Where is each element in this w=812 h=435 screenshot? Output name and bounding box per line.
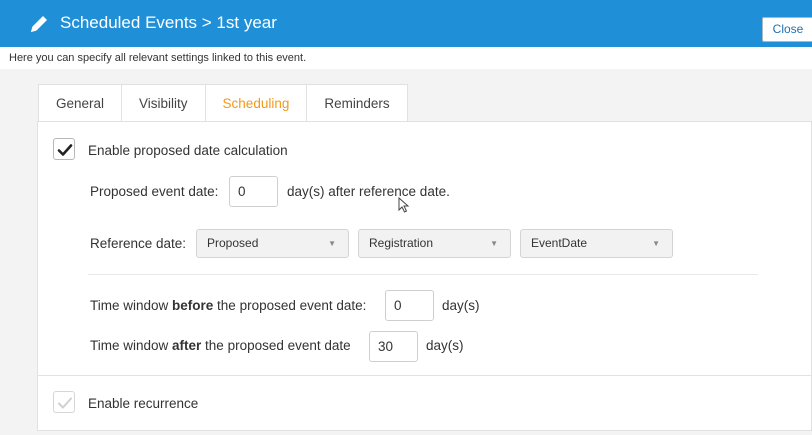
- pencil-icon: [28, 13, 50, 35]
- enable-recurrence-checkbox[interactable]: [53, 391, 75, 413]
- intro-bar: Here you can specify all relevant settin…: [0, 47, 812, 69]
- select-value: Registration: [369, 236, 434, 250]
- time-after-unit: day(s): [426, 338, 464, 353]
- caret-down-icon: ▼: [328, 239, 336, 248]
- dialog-header: Scheduled Events > 1st year Close: [0, 0, 812, 47]
- tab-scheduling[interactable]: Scheduling: [204, 84, 307, 122]
- mouse-cursor-icon: [398, 196, 410, 218]
- intro-text: Here you can specify all relevant settin…: [9, 52, 307, 64]
- reference-date-select-1[interactable]: Proposed ▼: [196, 229, 349, 258]
- time-before-unit: day(s): [442, 298, 480, 313]
- close-button[interactable]: Close: [762, 17, 812, 42]
- tab-bar: General Visibility Scheduling Reminders: [38, 84, 408, 122]
- enable-proposed-label: Enable proposed date calculation: [88, 143, 288, 158]
- time-after-label: Time window after the proposed event dat…: [90, 338, 351, 353]
- enable-proposed-checkbox[interactable]: [53, 138, 75, 160]
- dialog-title: Scheduled Events > 1st year: [60, 13, 277, 32]
- reference-date-select-3[interactable]: EventDate ▼: [520, 229, 673, 258]
- caret-down-icon: ▼: [652, 239, 660, 248]
- select-value: Proposed: [207, 236, 259, 250]
- proposed-event-date-suffix: day(s) after reference date.: [287, 184, 450, 199]
- caret-down-icon: ▼: [490, 239, 498, 248]
- reference-date-label: Reference date:: [90, 236, 187, 251]
- time-after-input[interactable]: 30: [369, 331, 418, 362]
- tab-reminders[interactable]: Reminders: [306, 84, 408, 122]
- tab-general[interactable]: General: [38, 84, 122, 122]
- proposed-event-date-label: Proposed event date:: [90, 184, 219, 199]
- time-before-label: Time window before the proposed event da…: [90, 298, 367, 313]
- enable-recurrence-label: Enable recurrence: [88, 396, 199, 411]
- tab-visibility[interactable]: Visibility: [121, 84, 205, 122]
- reference-date-select-2[interactable]: Registration ▼: [358, 229, 511, 258]
- time-before-input[interactable]: 0: [385, 290, 434, 321]
- select-value: EventDate: [531, 236, 588, 250]
- proposed-event-date-input[interactable]: 0: [229, 176, 278, 207]
- divider: [88, 274, 758, 275]
